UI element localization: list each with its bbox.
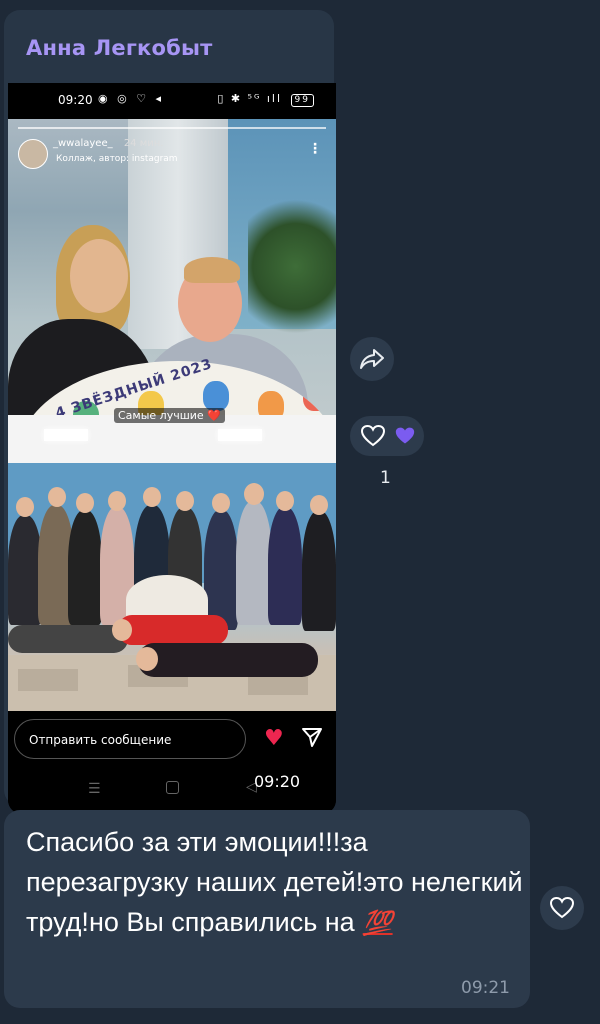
more-options-icon: ⋮ (308, 141, 322, 157)
woman-face (70, 239, 128, 313)
post-user-line: _wwalayee_ 24 мин. (53, 138, 163, 149)
signal-icons: ▯ ✱ ⁵ᴳ ıll (217, 92, 283, 105)
chat-canvas: Анна Легкобыт 09:20 ◉ ◎ ♡ ◂ ▯ ✱ ⁵ᴳ ıll 9… (0, 0, 600, 1024)
story-screenshot-image[interactable]: 09:20 ◉ ◎ ♡ ◂ ▯ ✱ ⁵ᴳ ıll 99 4 ЗВЁЗДНЫЙ 2… (8, 83, 336, 814)
reaction-count: 1 (380, 468, 391, 488)
photo-message-bubble[interactable]: Анна Легкобыт 09:20 ◉ ◎ ♡ ◂ ▯ ✱ ⁵ᴳ ıll 9… (4, 10, 336, 814)
post-username: _wwalayee_ (53, 138, 113, 149)
story-reply-bar: Отправить сообщение ♥ ☰ ◁ (8, 711, 336, 814)
text-message-bubble[interactable]: Спасибо за эти эмоции!!!за перезагрузку … (4, 810, 530, 1008)
status-time: 09:20 (58, 93, 93, 107)
text-message-time: 09:21 (461, 978, 510, 998)
reply-input: Отправить сообщение (14, 719, 246, 759)
reaction-chip[interactable] (350, 416, 424, 456)
sender-name[interactable]: Анна Легкобыт (26, 36, 213, 60)
heart-outline-icon (360, 424, 386, 447)
story-caption: Самые лучшие ❤️ (114, 408, 225, 423)
battery-icon: 99 (290, 94, 314, 107)
react-button[interactable] (540, 886, 584, 930)
menu-icon: ☰ (88, 781, 101, 797)
heart-filled-icon (395, 427, 415, 444)
heart-outline-icon (549, 896, 575, 919)
message-body: Спасибо за эти эмоции!!!за перезагрузку … (26, 827, 523, 937)
post-time: 24 мин. (123, 138, 164, 149)
status-system-icons: ▯ ✱ ⁵ᴳ ıll 99 (217, 92, 314, 107)
plant (248, 199, 336, 349)
share-button[interactable] (350, 337, 394, 381)
send-icon (302, 728, 322, 747)
home-icon (166, 781, 179, 794)
story-photo-bottom (8, 415, 336, 711)
status-app-icons: ◉ ◎ ♡ ◂ (98, 92, 165, 105)
post-avatar (18, 139, 48, 169)
story-progress-bar (18, 127, 326, 129)
post-subtitle: Коллаж, автор: instagram (56, 154, 178, 164)
hundred-points-emoji: 💯 (362, 910, 393, 937)
heart-filled-icon: ♥ (264, 726, 284, 751)
message-text: Спасибо за эти эмоции!!!за перезагрузку … (26, 822, 526, 944)
photo-message-time: 09:20 (254, 772, 301, 791)
phone-status-bar: 09:20 ◉ ◎ ♡ ◂ ▯ ✱ ⁵ᴳ ıll 99 (8, 83, 336, 119)
share-icon (360, 349, 384, 369)
